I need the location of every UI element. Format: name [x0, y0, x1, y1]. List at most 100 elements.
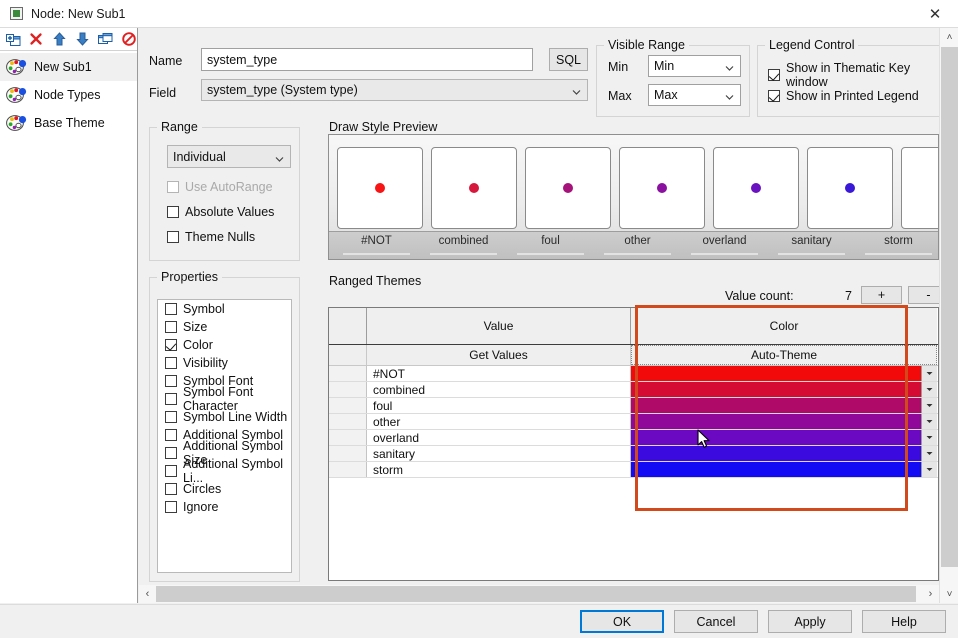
color-swatch[interactable] — [631, 398, 921, 413]
no-entry-icon[interactable] — [121, 31, 137, 48]
row-color-cell[interactable] — [631, 430, 937, 445]
scroll-down-icon[interactable]: ˅ — [940, 585, 958, 603]
row-value[interactable]: sanitary — [367, 446, 631, 461]
row-gutter[interactable] — [329, 382, 367, 397]
property-item-ignore[interactable]: Ignore — [158, 498, 291, 516]
color-swatch[interactable] — [631, 462, 921, 477]
row-gutter[interactable] — [329, 462, 367, 477]
color-swatch[interactable] — [631, 446, 921, 461]
row-value[interactable]: combined — [367, 382, 631, 397]
range-mode-select[interactable]: Individual — [167, 145, 291, 168]
color-swatch[interactable] — [631, 430, 921, 445]
ok-button[interactable]: OK — [580, 610, 664, 633]
table-row[interactable]: overland — [329, 430, 938, 446]
red-x-icon[interactable] — [28, 31, 44, 48]
close-icon[interactable]: ✕ — [912, 0, 958, 28]
name-input[interactable] — [201, 48, 533, 71]
sidebar-item-base-theme[interactable]: Base Theme — [0, 109, 137, 137]
value-column-header[interactable]: Value — [367, 308, 631, 344]
table-row[interactable]: storm — [329, 462, 938, 478]
property-item-color[interactable]: Color — [158, 336, 291, 354]
row-gutter[interactable] — [329, 446, 367, 461]
chevron-down-icon[interactable] — [921, 430, 937, 445]
theme-nulls-checkbox[interactable]: Theme Nulls — [167, 230, 255, 244]
property-item-symbol-line-width[interactable]: Symbol Line Width — [158, 408, 291, 426]
absolute-values-checkbox[interactable]: Absolute Values — [167, 205, 274, 219]
min-select[interactable]: Min — [648, 55, 741, 77]
row-value[interactable]: #NOT — [367, 366, 631, 381]
scroll-right-icon[interactable]: › — [922, 585, 939, 603]
field-select[interactable]: system_type (System type) — [201, 79, 588, 101]
row-color-cell[interactable] — [631, 446, 937, 461]
row-gutter[interactable] — [329, 430, 367, 445]
draw-style-cell[interactable] — [807, 147, 893, 229]
horizontal-scroll-thumb[interactable] — [156, 586, 916, 602]
chevron-down-icon[interactable] — [921, 446, 937, 461]
range-title: Range — [157, 120, 202, 134]
sidebar-toolbar — [0, 28, 137, 51]
chevron-down-icon[interactable] — [921, 414, 937, 429]
apply-button[interactable]: Apply — [768, 610, 852, 633]
row-color-cell[interactable] — [631, 382, 937, 397]
add-window-icon[interactable] — [5, 31, 21, 48]
show-in-thematic-key-checkbox[interactable]: Show in Thematic Key window — [768, 61, 939, 89]
row-color-cell[interactable] — [631, 462, 937, 477]
scroll-up-icon[interactable]: ˄ — [940, 28, 958, 46]
draw-style-cell[interactable] — [431, 147, 517, 229]
get-values-button[interactable]: Get Values — [367, 345, 631, 365]
color-swatch[interactable] — [631, 382, 921, 397]
property-item-additional-symbol-line[interactable]: Additional Symbol Li... — [158, 457, 291, 485]
table-row[interactable]: other — [329, 414, 938, 430]
show-in-printed-legend-checkbox[interactable]: Show in Printed Legend — [768, 89, 919, 103]
sidebar-item-new-sub1[interactable]: New Sub1 — [0, 53, 137, 81]
arrow-up-icon[interactable] — [51, 31, 67, 48]
draw-style-cell[interactable] — [619, 147, 705, 229]
copy-window-icon[interactable] — [98, 31, 114, 48]
color-swatch[interactable] — [631, 366, 921, 381]
row-gutter[interactable] — [329, 398, 367, 413]
draw-style-label: overland — [685, 232, 764, 259]
table-row[interactable]: combined — [329, 382, 938, 398]
checkbox-box — [768, 90, 780, 102]
row-value[interactable]: other — [367, 414, 631, 429]
auto-theme-button[interactable]: Auto-Theme — [631, 345, 937, 365]
cancel-button[interactable]: Cancel — [674, 610, 758, 633]
row-value[interactable]: overland — [367, 430, 631, 445]
table-row[interactable]: sanitary — [329, 446, 938, 462]
property-item-size[interactable]: Size — [158, 318, 291, 336]
draw-style-cell[interactable] — [337, 147, 423, 229]
max-select[interactable]: Max — [648, 84, 741, 106]
row-gutter[interactable] — [329, 414, 367, 429]
property-item-symbol-font-character[interactable]: Symbol Font Character — [158, 385, 291, 413]
row-color-cell[interactable] — [631, 414, 937, 429]
row-value[interactable]: storm — [367, 462, 631, 477]
horizontal-scrollbar[interactable]: ‹ › — [139, 585, 939, 603]
chevron-down-icon[interactable] — [921, 382, 937, 397]
draw-style-cell[interactable] — [525, 147, 611, 229]
color-swatch[interactable] — [631, 414, 921, 429]
properties-list[interactable]: Symbol Size Color Visibility Symbol Font… — [157, 299, 292, 573]
vertical-scrollbar[interactable]: ˄ ˅ — [939, 28, 958, 603]
chevron-down-icon[interactable] — [921, 462, 937, 477]
row-value[interactable]: foul — [367, 398, 631, 413]
property-item-symbol[interactable]: Symbol — [158, 300, 291, 318]
chevron-down-icon[interactable] — [921, 398, 937, 413]
table-row[interactable]: #NOT — [329, 366, 938, 382]
scroll-left-icon[interactable]: ‹ — [139, 585, 156, 603]
property-item-visibility[interactable]: Visibility — [158, 354, 291, 372]
add-value-button[interactable]: + — [861, 286, 902, 304]
row-color-cell[interactable] — [631, 398, 937, 413]
remove-value-button[interactable]: - — [908, 286, 939, 304]
row-color-cell[interactable] — [631, 366, 937, 381]
vertical-scroll-thumb[interactable] — [941, 47, 958, 567]
table-row[interactable]: foul — [329, 398, 938, 414]
help-button[interactable]: Help — [862, 610, 946, 633]
color-column-header[interactable]: Color — [631, 308, 937, 344]
row-gutter[interactable] — [329, 366, 367, 381]
arrow-down-icon[interactable] — [75, 31, 91, 48]
chevron-down-icon[interactable] — [921, 366, 937, 381]
sql-button[interactable]: SQL — [549, 48, 588, 71]
draw-style-cell[interactable] — [901, 147, 938, 229]
sidebar-item-node-types[interactable]: Node Types — [0, 81, 137, 109]
draw-style-cell[interactable] — [713, 147, 799, 229]
